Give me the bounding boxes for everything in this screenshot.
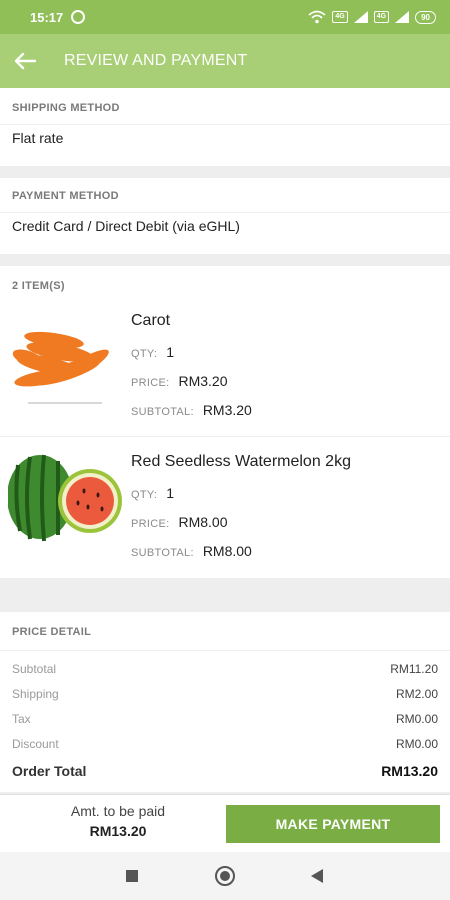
carrot-image (8, 310, 122, 414)
arrow-left-icon[interactable] (0, 34, 50, 88)
payment-method-title: PAYMENT METHOD (12, 190, 119, 202)
status-time: 15:17 (30, 9, 64, 25)
price-row-subtotal: Subtotal RM11.20 (12, 662, 438, 676)
divider (0, 212, 450, 213)
price-row-label: Shipping (12, 687, 59, 701)
payment-method-section: PAYMENT METHOD Credit Card / Direct Debi… (0, 178, 450, 254)
network-badge-1: 4G (332, 11, 348, 23)
amount-to-pay-label: Amt. to be paid (70, 803, 166, 819)
divider (0, 124, 450, 125)
recent-apps-icon[interactable] (126, 870, 138, 882)
item-subtotal: RM3.20 (202, 402, 252, 418)
subtotal-label: SUBTOTAL: (131, 547, 194, 559)
system-nav-bar (0, 852, 450, 900)
price-row-discount: Discount RM0.00 (12, 737, 438, 751)
status-bar: 15:17 4G 4G 90 (0, 0, 450, 34)
order-total-row: Order Total RM13.20 (12, 763, 438, 779)
network-badge-2: 4G (373, 11, 390, 23)
divider (0, 650, 450, 651)
item-name: Carot (131, 312, 171, 329)
shipping-method-value: Flat rate (12, 130, 64, 146)
make-payment-button[interactable]: MAKE PAYMENT (226, 805, 440, 843)
price-label: PRICE: (131, 377, 170, 389)
qty-label: QTY: (131, 489, 158, 501)
price-row-shipping: Shipping RM2.00 (12, 687, 438, 701)
price-row-value: RM2.00 (395, 687, 438, 701)
price-row-label: Discount (12, 737, 59, 751)
item-subtotal-row: SUBTOTAL: RM8.00 (131, 543, 252, 559)
wifi-icon (308, 10, 326, 24)
item-subtotal-row: SUBTOTAL: RM3.20 (131, 402, 252, 418)
watermelon-image (8, 451, 122, 555)
shipping-method-section: SHIPPING METHOD Flat rate (0, 88, 450, 166)
item-price: RM3.20 (178, 373, 228, 389)
item-qty-row: QTY: 1 (131, 344, 174, 360)
price-row-label: Tax (12, 712, 31, 726)
price-row-tax: Tax RM0.00 (12, 712, 438, 726)
price-detail-section: PRICE DETAIL Subtotal RM11.20 Shipping R… (0, 612, 450, 792)
page-title: REVIEW AND PAYMENT (64, 52, 248, 69)
signal-icon-2 (395, 11, 410, 23)
item-qty: 1 (166, 485, 175, 501)
item-qty: 1 (166, 344, 175, 360)
price-row-value: RM0.00 (395, 712, 438, 726)
payment-footer: Amt. to be paid RM13.20 MAKE PAYMENT (0, 794, 450, 852)
item-price: RM8.00 (178, 514, 228, 530)
order-total-label: Order Total (12, 763, 87, 779)
price-detail-title: PRICE DETAIL (12, 626, 92, 638)
alarm-icon (71, 10, 86, 24)
item-qty-row: QTY: 1 (131, 485, 174, 501)
list-item[interactable]: Red Seedless Watermelon 2kg QTY: 1 PRICE:… (0, 436, 450, 576)
signal-icon (353, 11, 368, 23)
qty-label: QTY: (131, 348, 158, 360)
item-subtotal: RM8.00 (202, 543, 252, 559)
home-icon[interactable] (215, 866, 235, 886)
payment-method-value: Credit Card / Direct Debit (via eGHL) (12, 218, 240, 234)
price-row-value: RM0.00 (395, 737, 438, 751)
amount-to-pay-value: RM13.20 (89, 823, 147, 839)
item-name: Red Seedless Watermelon 2kg (131, 453, 351, 470)
price-row-value: RM11.20 (390, 662, 438, 676)
battery-icon: 90 (415, 10, 436, 24)
item-price-row: PRICE: RM3.20 (131, 373, 228, 389)
item-price-row: PRICE: RM8.00 (131, 514, 228, 530)
list-item[interactable]: Carot QTY: 1 PRICE: RM3.20 SUBTOTAL: RM3.20 (0, 296, 450, 436)
items-section: 2 ITEM(S) Carot QTY: 1 PRICE: RM3.20 SUBTO… (0, 266, 450, 578)
price-label: PRICE: (131, 518, 170, 530)
items-count-title: 2 ITEM(S) (12, 280, 65, 292)
subtotal-label: SUBTOTAL: (131, 406, 194, 418)
back-triangle-icon[interactable] (311, 869, 323, 883)
status-icons: 4G 4G 90 (308, 10, 436, 24)
shipping-method-title: SHIPPING METHOD (12, 102, 120, 114)
order-total-value: RM13.20 (381, 763, 438, 779)
price-row-label: Subtotal (12, 662, 57, 676)
app-bar: REVIEW AND PAYMENT (0, 34, 450, 88)
